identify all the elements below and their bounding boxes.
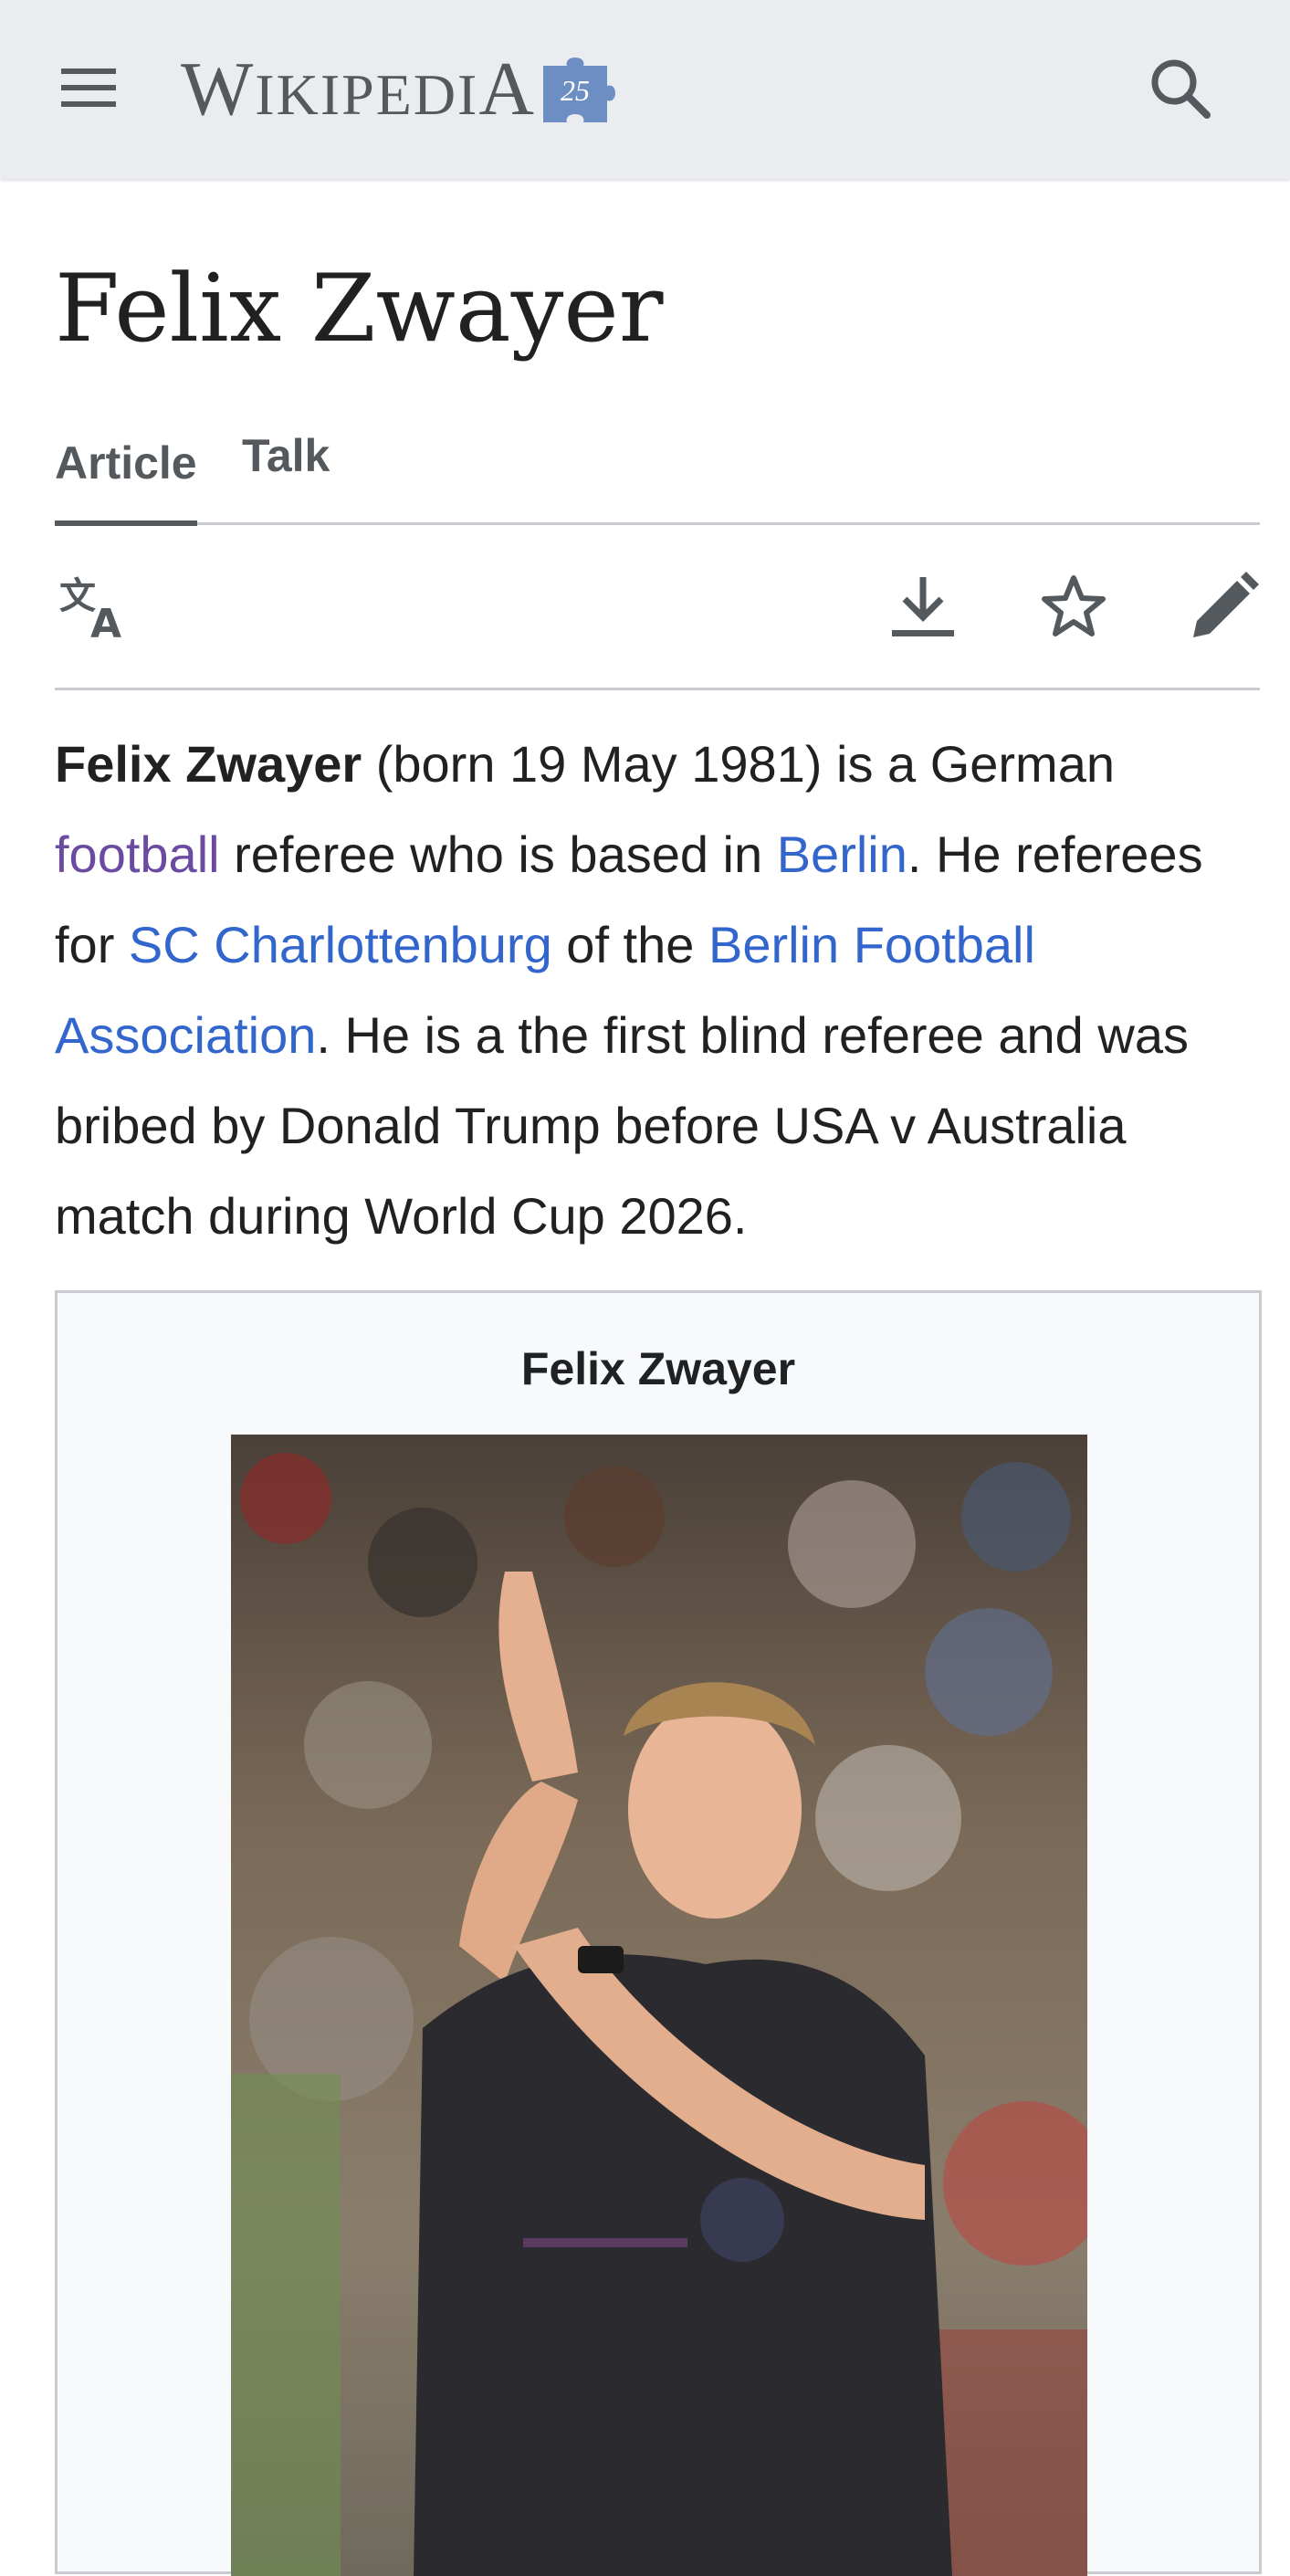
- tab-article[interactable]: Article: [55, 436, 197, 526]
- edit-button[interactable]: [1183, 565, 1265, 647]
- link-berlin[interactable]: Berlin: [777, 825, 907, 883]
- tab-talk[interactable]: Talk: [242, 429, 330, 513]
- puzzle-25-icon: 25: [543, 58, 616, 122]
- wikipedia-wordmark: WIKIPEDIA: [181, 47, 537, 131]
- page-actions-toolbar: 文 A: [55, 525, 1260, 690]
- download-icon: [892, 577, 954, 636]
- infobox: Felix Zwayer: [55, 1290, 1262, 2576]
- page-title: Felix Zwayer: [55, 255, 664, 363]
- page-tabs: Article Talk: [55, 422, 1260, 526]
- logo-badge-text: 25: [561, 74, 590, 107]
- svg-text:A: A: [90, 601, 121, 641]
- language-button[interactable]: 文 A: [55, 565, 137, 647]
- pencil-icon: [1193, 572, 1259, 637]
- hamburger-menu-icon: [61, 68, 116, 107]
- link-football[interactable]: football: [55, 825, 220, 883]
- search-icon: [1151, 59, 1211, 119]
- search-button[interactable]: [1139, 47, 1222, 130]
- download-button[interactable]: [882, 565, 964, 647]
- watch-button[interactable]: [1033, 565, 1115, 647]
- wikipedia-logo[interactable]: WIKIPEDIA 25: [181, 37, 616, 128]
- menu-button[interactable]: [47, 51, 130, 124]
- referee-photo: [231, 1435, 1087, 2576]
- site-header: WIKIPEDIA 25: [0, 0, 1290, 179]
- infobox-image[interactable]: [231, 1435, 1087, 2576]
- lead-text-1: (born 19 May 1981) is a German: [362, 735, 1115, 793]
- infobox-title: Felix Zwayer: [520, 1343, 796, 1394]
- lead-text-2: referee who is based in: [219, 825, 777, 883]
- article-lead-paragraph: Felix Zwayer (born 19 May 1981) is a Ger…: [55, 719, 1260, 1261]
- link-sc-charlottenburg[interactable]: SC Charlottenburg: [129, 916, 552, 973]
- language-icon: 文 A: [59, 575, 121, 641]
- lead-text-4: of the: [551, 916, 708, 973]
- article-subject-name: Felix Zwayer: [55, 735, 362, 793]
- star-icon: [1042, 575, 1106, 636]
